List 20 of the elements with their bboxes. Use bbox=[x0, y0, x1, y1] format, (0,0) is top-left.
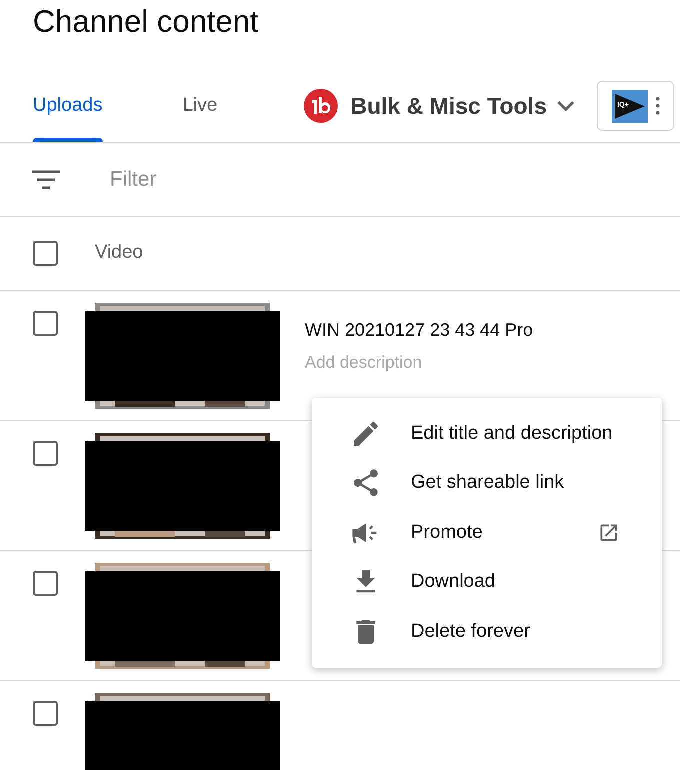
tab[interactable]: Uploads bbox=[33, 70, 103, 142]
checkbox[interactable] bbox=[33, 311, 58, 336]
checkbox[interactable] bbox=[33, 571, 58, 596]
checkbox[interactable] bbox=[33, 441, 58, 466]
logo-icon bbox=[302, 88, 339, 124]
more-icon[interactable] bbox=[656, 97, 660, 115]
filter-icon[interactable] bbox=[32, 170, 60, 190]
column-header: Video bbox=[95, 241, 144, 266]
checkbox[interactable] bbox=[33, 241, 58, 266]
checkbox[interactable] bbox=[33, 701, 58, 726]
menu-item[interactable]: Edit title and description bbox=[312, 409, 662, 458]
menu-item[interactable]: Get shareable link bbox=[312, 458, 662, 508]
video-title[interactable]: WIN 20210127 23 43 44 Pro bbox=[305, 317, 534, 344]
tab[interactable]: Live bbox=[182, 70, 218, 142]
extension-name[interactable]: Bulk & Misc Tools bbox=[350, 88, 547, 124]
filter-field[interactable]: Filter bbox=[110, 164, 510, 196]
menu-item[interactable]: Download bbox=[312, 558, 662, 607]
menu-item[interactable]: Promote bbox=[312, 508, 662, 558]
page-title: Channel content bbox=[33, 3, 259, 41]
menu-item[interactable]: Delete forever bbox=[312, 607, 662, 656]
